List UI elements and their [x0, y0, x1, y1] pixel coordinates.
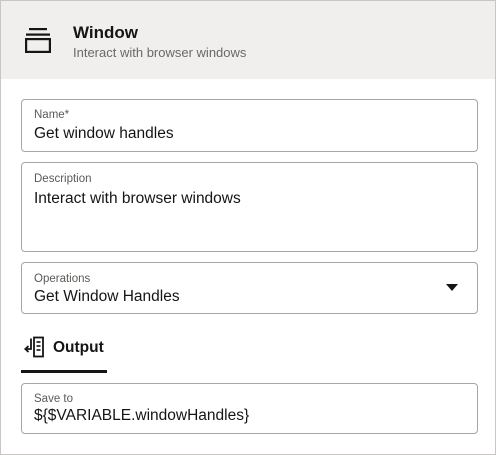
- operations-select-label: Operations: [34, 273, 91, 285]
- description-field-value[interactable]: Interact with browser windows: [34, 190, 437, 208]
- window-properties-panel: Window Interact with browser windows Nam…: [0, 0, 496, 455]
- name-field-value[interactable]: Get window handles: [34, 125, 437, 143]
- window-stack-icon: [24, 28, 51, 54]
- operations-select[interactable]: Operations Get Window Handles: [21, 262, 478, 314]
- operations-select-value[interactable]: Get Window Handles: [34, 288, 437, 306]
- name-field-label: Name*: [34, 109, 70, 121]
- save-to-field-value[interactable]: ${$VARIABLE.windowHandles}: [34, 407, 437, 425]
- name-field[interactable]: Name* Get window handles: [21, 99, 478, 152]
- tab-active-indicator: [21, 370, 107, 373]
- tab-output-label: Output: [53, 339, 104, 356]
- save-to-field[interactable]: Save to ${$VARIABLE.windowHandles}: [21, 383, 478, 434]
- panel-subtitle: Interact with browser windows: [73, 45, 247, 60]
- chevron-down-icon[interactable]: [446, 284, 458, 291]
- description-field-label: Description: [34, 173, 92, 185]
- output-icon: [23, 336, 44, 358]
- save-to-field-label: Save to: [34, 393, 73, 405]
- tab-output[interactable]: Output: [21, 333, 107, 373]
- panel-header: Window Interact with browser windows: [1, 1, 495, 79]
- panel-title: Window: [73, 23, 138, 42]
- description-field[interactable]: Description Interact with browser window…: [21, 162, 478, 252]
